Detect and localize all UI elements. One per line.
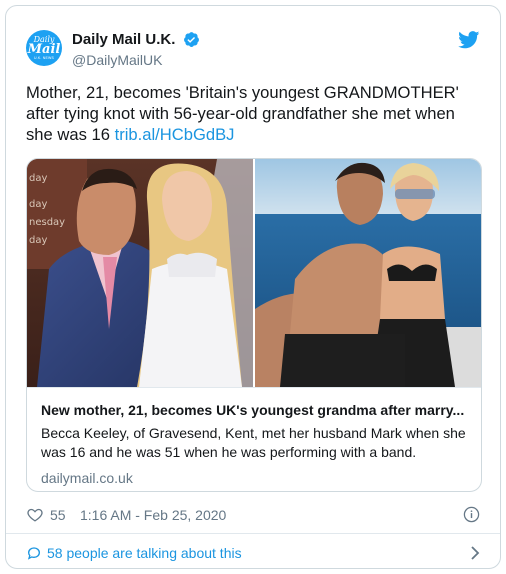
twitter-bird-icon[interactable]: [458, 31, 480, 49]
card-description: Becca Keeley, of Gravesend, Kent, met he…: [41, 425, 466, 460]
sign-text-3: nesday: [29, 217, 65, 228]
tweet-link[interactable]: trib.al/HCbGdBJ: [115, 125, 235, 144]
account-handle[interactable]: @DailyMailUK: [72, 52, 200, 68]
account-names: Daily Mail U.K. @DailyMailUK: [72, 31, 200, 68]
tweet-body: Mother, 21, becomes 'Britain's youngest …: [26, 83, 459, 144]
tweet-card[interactable]: Daily Mail U.K. NEWS Daily Mail U.K. @Da…: [5, 5, 501, 569]
speech-bubble-icon: [27, 547, 41, 560]
wedding-photo: day day nesday day: [27, 159, 253, 387]
info-icon[interactable]: [463, 506, 480, 523]
avatar-text-line3: U.K. NEWS: [33, 56, 55, 60]
beach-photo: [255, 159, 481, 387]
conversation-link[interactable]: 58 people are talking about this: [26, 544, 480, 566]
card-photos[interactable]: day day nesday day: [27, 159, 481, 387]
card-body[interactable]: New mother, 21, becomes UK's youngest gr…: [27, 387, 481, 491]
talking-count-text[interactable]: 58 people are talking about this: [47, 545, 242, 561]
like-count[interactable]: 55: [50, 507, 66, 523]
tweet-header: Daily Mail U.K. NEWS Daily Mail U.K. @Da…: [26, 30, 480, 74]
card-title[interactable]: New mother, 21, becomes UK's youngest gr…: [41, 402, 469, 418]
chevron-right-icon[interactable]: [470, 545, 480, 561]
heart-icon[interactable]: [26, 506, 44, 523]
avatar[interactable]: Daily Mail U.K. NEWS: [26, 30, 62, 66]
avatar-text-line2: Mail: [27, 42, 61, 57]
display-name[interactable]: Daily Mail U.K.: [72, 31, 175, 48]
tweet-text: Mother, 21, becomes 'Britain's youngest …: [26, 82, 486, 145]
tweet-meta: 55 1:16 AM - Feb 25, 2020: [26, 506, 480, 526]
divider: [6, 533, 500, 534]
sign-text-4: day: [29, 235, 47, 246]
sign-text-2: day: [29, 199, 47, 210]
card-domain: dailymail.co.uk: [41, 470, 133, 486]
sign-text-1: day: [29, 173, 47, 184]
verified-badge-icon: [183, 32, 199, 48]
timestamp[interactable]: 1:16 AM - Feb 25, 2020: [80, 507, 226, 523]
link-card[interactable]: day day nesday day New mother, 21, becom…: [26, 158, 482, 492]
